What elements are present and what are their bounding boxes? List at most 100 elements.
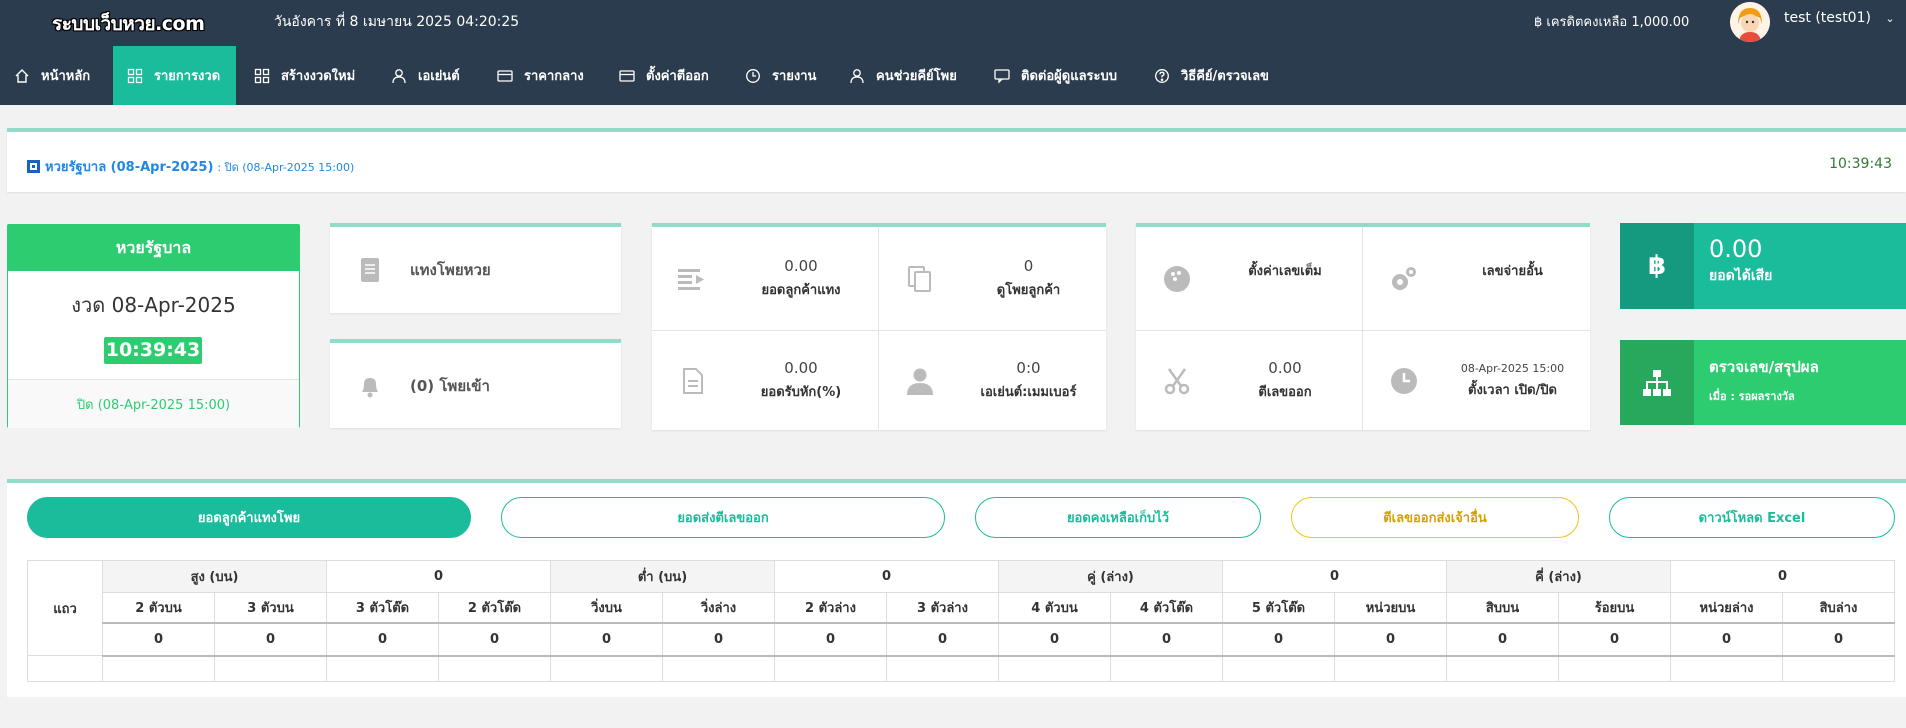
- user-icon: [850, 68, 864, 83]
- square-icon: [27, 160, 40, 173]
- sent-out-button[interactable]: ยอดส่งตีเลขออก: [501, 497, 945, 538]
- clock-icon: [1363, 367, 1445, 395]
- card-icon: [497, 69, 513, 82]
- group-value: 0: [774, 560, 999, 593]
- chevron-down-icon: ⌄: [1885, 12, 1895, 25]
- nav-cut-settings-label: ตั้งค่าตีออก: [646, 69, 709, 84]
- agent-member-cell[interactable]: 0:0 เอเย่นต์:เมมเบอร์: [879, 331, 1106, 430]
- clock-icon: [746, 68, 760, 83]
- nav-agent[interactable]: เอเย่นต์: [391, 46, 460, 105]
- view-bets-value: 0: [1023, 257, 1034, 275]
- draw-round: งวด 08-Apr-2025: [71, 293, 236, 317]
- nav-center-price[interactable]: ราคากลาง: [497, 46, 584, 105]
- avatar[interactable]: [1730, 2, 1770, 42]
- round-clock: 10:39:43: [1829, 156, 1892, 172]
- document-icon: [330, 257, 410, 283]
- cut-out-cell[interactable]: 0.00 ตีเลขออก: [1136, 331, 1362, 430]
- round-title: หวยรัฐบาล (08-Apr-2025) : ปิด (08-Apr-20…: [27, 156, 354, 177]
- column-header: 3 ตัวโต๊ด: [326, 592, 439, 624]
- group-label: สูง (บน): [102, 560, 327, 593]
- download-excel-button[interactable]: ดาวน์โหลด Excel: [1609, 497, 1895, 538]
- sent-other-button[interactable]: ตีเลขออกส่งเจ้าอื่น: [1291, 497, 1579, 538]
- profit-label: ยอดได้เสีย: [1709, 268, 1773, 284]
- round-header-panel: หวยรัฐบาล (08-Apr-2025) : ปิด (08-Apr-20…: [7, 128, 1906, 192]
- group-label: ต่ำ (บน): [550, 560, 775, 593]
- customer-bet-value: 0.00: [784, 257, 818, 275]
- check-results-card[interactable]: ตรวจเลข/สรุปผล เมื่อ : รอผลรางวัล: [1620, 340, 1906, 425]
- row-header: แถว: [27, 560, 103, 656]
- customer-bet-label: ยอดลูกค้าแทง: [761, 283, 841, 298]
- bowling-ball-icon: [1136, 265, 1218, 293]
- round-title-text: หวยรัฐบาล (08-Apr-2025): [45, 160, 214, 175]
- full-number-label: ตั้งค่าเลขเต็ม: [1248, 264, 1322, 279]
- group-label: คี่ (ล่าง): [1446, 560, 1671, 593]
- group-value: 0: [1670, 560, 1895, 593]
- user-icon: [879, 367, 961, 395]
- table-cell: 0: [998, 622, 1111, 657]
- table-cell: 0: [1222, 622, 1335, 657]
- group-value: 0: [326, 560, 551, 593]
- column-header: 4 ตัวบน: [998, 592, 1111, 624]
- help-icon: [1155, 68, 1169, 83]
- draw-close-time: ปิด (08-Apr-2025 15:00): [8, 379, 299, 428]
- top-bar: ระบบเว็บหวย.com วันอังคาร ที่ 8 เมษายน 2…: [0, 0, 1906, 46]
- user-name: test (test01): [1784, 10, 1871, 26]
- nav-report[interactable]: รายงาน: [745, 46, 816, 105]
- gears-icon: [1363, 265, 1445, 293]
- column-header: สิบบน: [1446, 592, 1559, 624]
- column-header: 3 ตัวบน: [214, 592, 327, 624]
- column-header: 3 ตัวล่าง: [886, 592, 999, 624]
- commission-value: 0.00: [784, 359, 818, 377]
- nav-cut-settings[interactable]: ตั้งค่าตีออก: [619, 46, 709, 105]
- incoming-bets-label: (0) โพยเข้า: [410, 376, 490, 395]
- draw-countdown: 10:39:43: [104, 337, 202, 364]
- check-results-title: ตรวจเลข/สรุปผล: [1709, 358, 1819, 376]
- home-icon: [15, 68, 29, 83]
- incoming-bets-card[interactable]: (0) โพยเข้า: [330, 339, 621, 428]
- payout-limit-cell[interactable]: เลขจ่ายอั้น: [1363, 227, 1590, 330]
- round-close-time: : ปิด (08-Apr-2025 15:00): [217, 160, 355, 174]
- user-icon: [392, 68, 406, 83]
- bet-lottery-card[interactable]: แทงโพยหวย: [330, 223, 621, 313]
- nav-agent-label: เอเย่นต์: [418, 69, 460, 84]
- schedule-label: ตั้งเวลา เปิด/ปิด: [1468, 382, 1557, 398]
- column-header: วิ่งล่าง: [662, 592, 775, 624]
- table-cell: 0: [550, 622, 663, 657]
- table-cell: 0: [102, 622, 215, 657]
- table-cell: 0: [1782, 622, 1895, 657]
- column-header: หน่วยบน: [1334, 592, 1447, 624]
- nav-rounds[interactable]: รายการงวด: [113, 46, 236, 105]
- schedule-cell[interactable]: 08-Apr-2025 15:00 ตั้งเวลา เปิด/ปิด: [1363, 331, 1590, 430]
- table-cell: 0: [1446, 622, 1559, 657]
- customer-bets-button[interactable]: ยอดลูกค้าแทงโพย: [27, 497, 471, 538]
- nav-help-label: วิธีคีย์/ตรวจเลข: [1181, 69, 1269, 84]
- site-logo[interactable]: ระบบเว็บหวย.com: [52, 9, 205, 39]
- agent-member-value: 0:0: [1016, 359, 1041, 377]
- column-header: 2 ตัวบน: [102, 592, 215, 624]
- commission-cell[interactable]: 0.00 ยอดรับหัก(%): [652, 331, 878, 430]
- view-bets-cell[interactable]: 0 ดูโพยลูกค้า: [879, 227, 1106, 330]
- column-header: วิ่งบน: [550, 592, 663, 624]
- agent-member-label: เอเย่นต์:เมมเบอร์: [980, 385, 1077, 400]
- nav-new-round[interactable]: สร้างงวดใหม่: [254, 46, 355, 105]
- table-cell: 0: [886, 622, 999, 657]
- current-datetime: วันอังคาร ที่ 8 เมษายน 2025 04:20:25: [274, 14, 520, 30]
- cut-out-label: ตีเลขออก: [1258, 385, 1312, 400]
- draw-card: หวยรัฐบาล งวด 08-Apr-2025 10:39:43 ปิด (…: [7, 224, 300, 428]
- customer-bet-cell[interactable]: 0.00 ยอดลูกค้าแทง: [652, 227, 878, 330]
- nav-home[interactable]: หน้าหลัก: [14, 46, 90, 105]
- user-menu[interactable]: test (test01) ⌄: [1784, 10, 1895, 26]
- nav-bet-helper[interactable]: คนช่วยคีย์โพย: [849, 46, 957, 105]
- summary-table: แถว สูง (บน) 0 ต่ำ (บน) 0 คู่ (ล่าง) 0 ค…: [27, 560, 1895, 682]
- kept-button[interactable]: ยอดคงเหลือเก็บไว้: [975, 497, 1261, 538]
- file-text-icon: [652, 367, 734, 395]
- column-header: 5 ตัวโต๊ด: [1222, 592, 1335, 624]
- scissors-icon: [1136, 367, 1218, 395]
- column-header: สิบล่าง: [1782, 592, 1895, 624]
- full-number-cell[interactable]: ตั้งค่าเลขเต็ม: [1136, 227, 1362, 330]
- nav-rounds-label: รายการงวด: [154, 69, 221, 84]
- nav-help[interactable]: วิธีคีย์/ตรวจเลข: [1154, 46, 1269, 105]
- column-header: ร้อยบน: [1558, 592, 1671, 624]
- nav-contact-admin[interactable]: ติดต่อผู้ดูแลระบบ: [994, 46, 1117, 105]
- bet-lottery-label: แทงโพยหวย: [410, 261, 491, 279]
